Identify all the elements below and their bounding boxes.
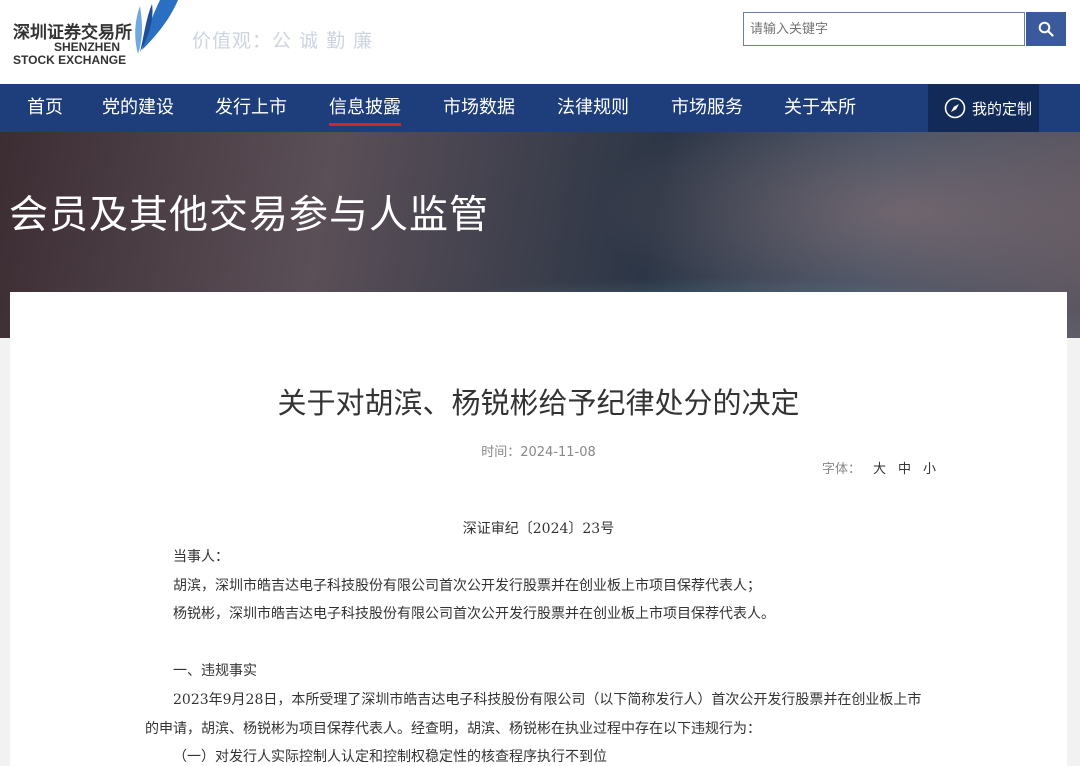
paragraph: 2023年9月28日，本所受理了深圳市皓吉达电子科技股份有限公司（以下简称发行人… xyxy=(173,692,922,708)
main-nav: 首页 党的建设 发行上市 信息披露 市场数据 法律规则 市场服务 关于本所 我的… xyxy=(0,84,1080,132)
font-size-switcher: 字体： 大中小 xyxy=(822,458,936,477)
nav-item-rules[interactable]: 法律规则 xyxy=(557,84,629,132)
font-size-small[interactable]: 小 xyxy=(923,462,936,477)
paragraph: 胡滨，深圳市皓吉达电子科技股份有限公司首次公开发行股票并在创业板上市项目保荐代表… xyxy=(173,578,761,594)
site-header: 深圳证券交易所 SHENZHEN STOCK EXCHANGE 价值观：公 诚 … xyxy=(0,0,1080,84)
article-card: 关于对胡滨、杨锐彬给予纪律处分的决定 时间：2024-11-08 字体：大中小 … xyxy=(10,292,1067,766)
nav-item-home[interactable]: 首页 xyxy=(27,84,63,132)
my-custom-button[interactable]: 我的定制 xyxy=(928,84,1039,132)
banner-title: 会员及其他交易参与人监管 xyxy=(9,193,490,238)
time-value: 2024-11-08 xyxy=(520,445,596,460)
search-button[interactable] xyxy=(1026,12,1066,46)
my-custom-label: 我的定制 xyxy=(972,99,1033,118)
nav-item-party-building[interactable]: 党的建设 xyxy=(102,84,174,132)
nav-item-disclosure[interactable]: 信息披露 xyxy=(329,84,401,132)
font-size-large[interactable]: 大 xyxy=(873,462,886,477)
paragraph: 当事人： xyxy=(173,549,229,565)
nav-item-listing[interactable]: 发行上市 xyxy=(215,84,287,132)
paragraph: 的申请，胡滨、杨锐彬为项目保荐代表人。经查明，胡滨、杨锐彬在执业过程中存在以下违… xyxy=(145,721,761,737)
document-number: 深证审纪〔2024〕23号 xyxy=(462,521,615,537)
time-label: 时间： xyxy=(481,445,521,460)
logo-icon[interactable] xyxy=(132,0,182,56)
compass-icon xyxy=(944,97,966,119)
motto-text: 价值观：公 诚 勤 廉 xyxy=(192,30,374,52)
subsection-heading: （一）对发行人实际控制人认定和控制权稳定性的核查程序执行不到位 xyxy=(173,749,607,765)
logo-english-line2: STOCK EXCHANGE xyxy=(13,53,127,67)
section-heading: 一、违规事实 xyxy=(173,663,257,679)
paragraph: 杨锐彬，深圳市皓吉达电子科技股份有限公司首次公开发行股票并在创业板上市项目保荐代… xyxy=(173,606,775,622)
search-input[interactable] xyxy=(743,12,1025,46)
article-title: 关于对胡滨、杨锐彬给予纪律处分的决定 xyxy=(277,386,800,420)
font-size-medium[interactable]: 中 xyxy=(898,462,911,477)
nav-item-services[interactable]: 市场服务 xyxy=(671,84,743,132)
nav-item-market-data[interactable]: 市场数据 xyxy=(443,84,515,132)
search-icon xyxy=(1038,21,1054,37)
nav-item-about[interactable]: 关于本所 xyxy=(784,84,856,132)
font-size-label: 字体： xyxy=(822,462,862,477)
logo-english-line1: SHENZHEN xyxy=(54,40,121,54)
